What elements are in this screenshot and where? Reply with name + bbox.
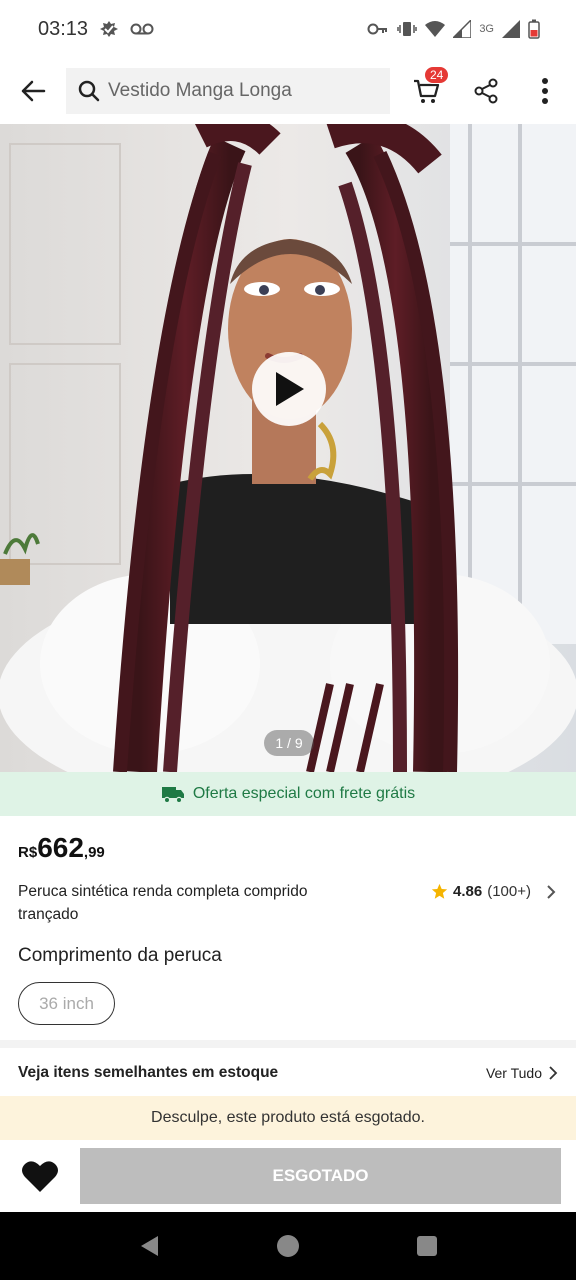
title-row: Peruca sintética renda completa comprido… <box>18 880 558 926</box>
see-all-label: Ver Tudo <box>485 1065 542 1081</box>
back-button[interactable] <box>0 58 66 124</box>
rating-link[interactable]: 4.86 (100+) <box>431 880 558 903</box>
back-arrow-icon <box>21 80 46 102</box>
key-icon <box>367 23 388 35</box>
product-image[interactable]: 1 / 9 <box>0 124 576 772</box>
see-all-link[interactable]: Ver Tudo <box>486 1065 558 1081</box>
sold-out-banner: Desculpe, este produto está esgotado. <box>0 1096 576 1140</box>
signal-weak-icon <box>453 20 472 38</box>
voicemail-icon <box>130 23 154 35</box>
option-label: Comprimento da peruca <box>18 945 222 966</box>
search-text: Vestido Manga Longa <box>108 80 292 101</box>
rating-value: 4.86 <box>453 883 483 900</box>
vibrate-icon <box>397 22 418 36</box>
image-pager: 1 / 9 <box>264 730 314 756</box>
more-vert-icon <box>542 78 548 104</box>
free-shipping-banner: Oferta especial com frete grátis <box>0 772 576 816</box>
signal-icon <box>502 20 520 38</box>
battery-icon <box>528 19 540 39</box>
truck-icon <box>161 787 184 804</box>
share-button[interactable] <box>456 58 516 124</box>
wifi-icon <box>425 21 446 37</box>
status-bar: 03:13 3G <box>0 0 576 58</box>
shipping-text: Oferta especial com frete grátis <box>192 785 416 802</box>
play-video-button[interactable] <box>252 352 326 426</box>
search-icon <box>78 80 100 102</box>
status-left: 03:13 <box>38 18 154 41</box>
product-title: Peruca sintética renda completa comprido… <box>18 883 308 923</box>
cart-badge: 24 <box>424 66 450 84</box>
system-nav-bar <box>0 1212 576 1280</box>
price-currency: R$ <box>18 844 38 861</box>
notification-badge-icon <box>100 21 119 37</box>
product-price: R$ 662 ,99 <box>18 832 105 864</box>
star-icon <box>431 883 448 899</box>
status-time: 03:13 <box>38 17 89 40</box>
chevron-right-icon <box>547 884 556 899</box>
price-decimal: ,99 <box>83 844 105 861</box>
nav-recents-icon[interactable] <box>416 1235 438 1257</box>
similar-items-row: Veja itens semelhantes em estoque Ver Tu… <box>0 1050 576 1096</box>
network-type: 3G <box>479 23 494 35</box>
status-right: 3G <box>367 19 540 39</box>
nav-home-icon[interactable] <box>276 1234 300 1258</box>
play-icon <box>276 372 304 406</box>
product-photo <box>0 124 576 772</box>
nav-back-icon[interactable] <box>138 1234 160 1258</box>
option-chip-36-inch[interactable]: 36 inch <box>18 982 115 1025</box>
share-icon <box>474 78 498 104</box>
favorite-button[interactable] <box>0 1140 80 1212</box>
cart-button[interactable]: 24 <box>396 58 456 124</box>
bottom-action-bar: ESGOTADO <box>0 1140 576 1212</box>
section-divider <box>0 1040 576 1048</box>
rating-count: (100+) <box>487 883 531 900</box>
chevron-right-icon <box>549 1066 558 1080</box>
similar-items-title: Veja itens semelhantes em estoque <box>18 1064 279 1081</box>
top-bar: Vestido Manga Longa 24 <box>0 58 576 124</box>
search-input[interactable]: Vestido Manga Longa <box>66 68 390 114</box>
price-integer: 662 <box>37 832 84 863</box>
more-options-button[interactable] <box>516 58 574 124</box>
heart-icon <box>22 1161 58 1192</box>
sold-out-button[interactable]: ESGOTADO <box>80 1148 561 1204</box>
